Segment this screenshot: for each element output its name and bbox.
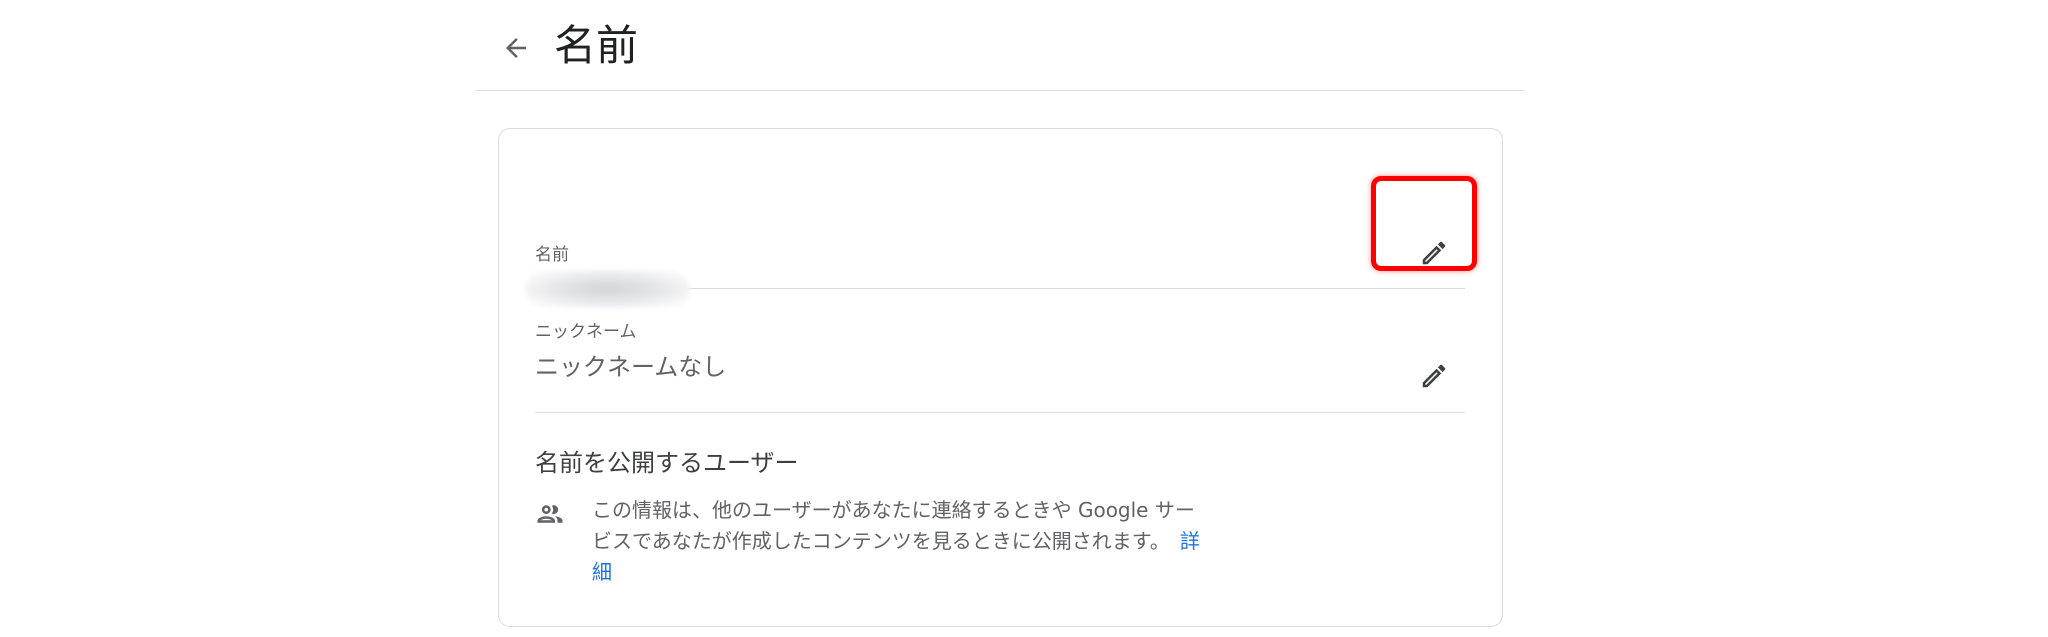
- nickname-label: ニックネーム: [535, 322, 637, 342]
- arrow-back-icon: [506, 38, 526, 58]
- pencil-icon: [1422, 364, 1446, 388]
- visibility-description-text: この情報は、他のユーザーがあなたに連絡するときや Google サービスであなた…: [592, 498, 1195, 553]
- visibility-section-title: 名前を公開するユーザー: [535, 449, 799, 477]
- name-settings-card: 名前 ニックネーム ニックネームなし 名前を公開するユーザー この情報は、他のユ…: [498, 128, 1503, 627]
- name-label: 名前: [535, 245, 569, 265]
- nickname-row[interactable]: ニックネーム ニックネームなし: [535, 289, 1465, 413]
- edit-name-highlight: [1371, 176, 1477, 271]
- name-row[interactable]: 名前: [525, 175, 1465, 308]
- nickname-value: ニックネームなし: [535, 353, 727, 381]
- page-title: 名前: [554, 21, 639, 70]
- back-button[interactable]: [492, 24, 540, 72]
- people-icon: [537, 505, 563, 523]
- edit-nickname-button[interactable]: [1410, 352, 1458, 400]
- page-header: 名前: [476, 0, 1524, 91]
- visibility-description: この情報は、他のユーザーがあなたに連絡するときや Google サービスであなた…: [592, 495, 1212, 588]
